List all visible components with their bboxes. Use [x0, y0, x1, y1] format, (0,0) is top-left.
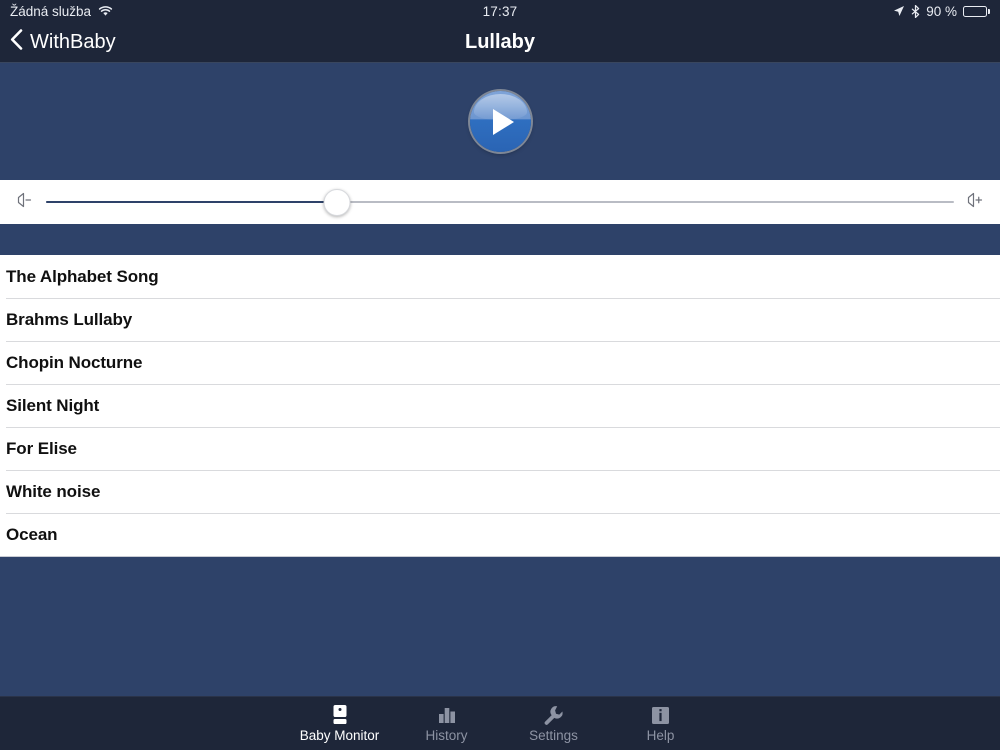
- volume-control-row: [0, 180, 1000, 224]
- tab-item-history[interactable]: History: [393, 697, 500, 750]
- back-button-label: WithBaby: [30, 30, 116, 53]
- player-panel: [0, 63, 1000, 180]
- song-title: Chopin Nocturne: [6, 352, 143, 372]
- tab-item-label: History: [425, 728, 468, 744]
- chevron-left-icon: [10, 28, 23, 56]
- song-title: Ocean: [6, 524, 58, 544]
- song-list-item[interactable]: Chopin Nocturne: [0, 341, 1000, 384]
- song-list-item[interactable]: The Alphabet Song: [0, 255, 1000, 298]
- volume-slider-thumb[interactable]: [323, 188, 351, 216]
- navigation-bar: WithBaby Lullaby: [0, 22, 1000, 63]
- tab-bar: Baby Monitor History Settings Help: [0, 696, 1000, 750]
- song-title: White noise: [6, 481, 101, 501]
- song-list-header: [0, 224, 1000, 255]
- status-bar: Žádná služba 17:37 90 %: [0, 0, 1000, 22]
- speaker-minus-icon[interactable]: [14, 191, 36, 214]
- info-icon: [651, 704, 670, 726]
- song-list-item[interactable]: For Elise: [0, 427, 1000, 470]
- song-list-item[interactable]: Silent Night: [0, 384, 1000, 427]
- song-title: Silent Night: [6, 395, 100, 415]
- bar-chart-icon: [437, 704, 457, 726]
- tab-item-label: Baby Monitor: [299, 728, 380, 744]
- back-button[interactable]: WithBaby: [10, 28, 116, 56]
- tab-item-baby-monitor[interactable]: Baby Monitor: [286, 697, 393, 750]
- play-button[interactable]: [469, 91, 531, 152]
- song-list-item[interactable]: White noise: [0, 470, 1000, 513]
- volume-slider-fill: [46, 201, 337, 203]
- battery-percent-label: 90 %: [926, 3, 957, 19]
- song-title: Brahms Lullaby: [6, 309, 133, 329]
- baby-monitor-icon: [330, 704, 350, 726]
- app-root: Žádná služba 17:37 90 % WithBaby Lullaby…: [0, 0, 1000, 750]
- song-list-item[interactable]: Brahms Lullaby: [0, 298, 1000, 341]
- speaker-plus-icon[interactable]: [964, 191, 986, 214]
- tab-item-settings[interactable]: Settings: [500, 697, 607, 750]
- tab-item-label: Settings: [529, 728, 578, 744]
- content-filler: [0, 556, 1000, 696]
- volume-slider[interactable]: [46, 187, 954, 217]
- tab-item-help[interactable]: Help: [607, 697, 714, 750]
- song-title: For Elise: [6, 438, 77, 458]
- tab-item-label: Help: [646, 728, 675, 744]
- location-arrow-icon: [893, 5, 905, 17]
- status-bar-right: 90 %: [893, 4, 990, 19]
- song-title: The Alphabet Song: [6, 266, 159, 286]
- page-title: Lullaby: [464, 30, 535, 53]
- wrench-icon: [543, 704, 564, 726]
- battery-icon: [963, 5, 990, 17]
- play-icon: [493, 108, 514, 135]
- song-list: The Alphabet Song Brahms Lullaby Chopin No…: [0, 255, 1000, 556]
- song-list-item[interactable]: Ocean: [0, 513, 1000, 556]
- status-bar-clock: 17:37: [482, 3, 518, 19]
- bluetooth-icon: [911, 4, 920, 18]
